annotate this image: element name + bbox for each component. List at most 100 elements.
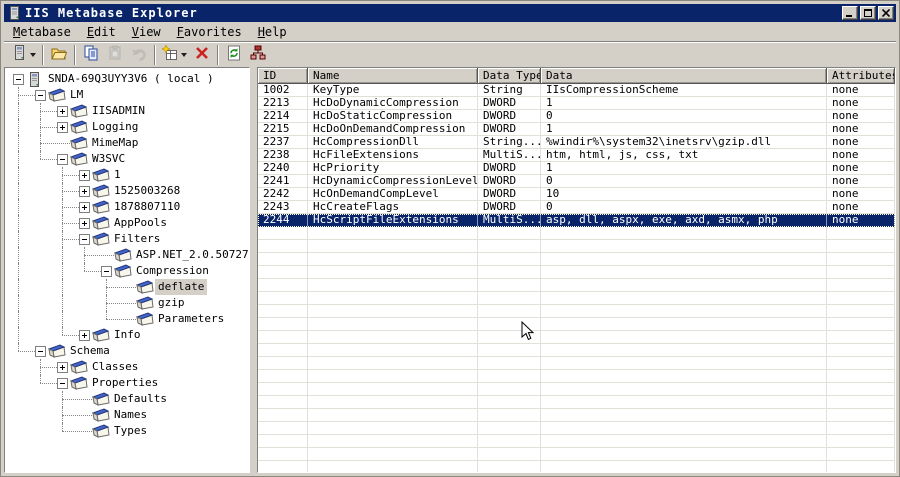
table-row[interactable]: 2241 HcDynamicCompressionLevel DWORD 0 none: [258, 175, 895, 188]
tree-item-label[interactable]: Properties: [89, 375, 161, 391]
tree-item-1[interactable]: 1: [5, 167, 249, 183]
tree-item-label[interactable]: LM: [67, 87, 86, 103]
tree-item-label[interactable]: Names: [111, 407, 150, 423]
tree-item-asp-net-2-0-50727-0[interactable]: ASP.NET_2.0.50727.0: [5, 247, 249, 263]
tree-item-parameters[interactable]: Parameters: [5, 311, 249, 327]
tree-item-1878807110[interactable]: 1878807110: [5, 199, 249, 215]
delete-button[interactable]: [190, 44, 214, 66]
tree-item-deflate[interactable]: deflate: [5, 279, 249, 295]
menu-favorites[interactable]: Favorites: [169, 24, 250, 40]
tree-item-label[interactable]: Compression: [133, 263, 212, 279]
tree-item-label[interactable]: 1878807110: [111, 199, 183, 215]
view-tree-button[interactable]: [246, 44, 270, 66]
tree-item-names[interactable]: Names: [5, 407, 249, 423]
tree-line: [18, 183, 19, 199]
tree-item-label[interactable]: Logging: [89, 119, 141, 135]
tree-item-label[interactable]: IISADMIN: [89, 103, 148, 119]
connect-button[interactable]: [8, 44, 39, 66]
column-header-attributes[interactable]: Attributes: [827, 68, 895, 84]
expand-expander[interactable]: [79, 170, 90, 181]
table-row[interactable]: 2243 HcCreateFlags DWORD 0 none: [258, 201, 895, 214]
tree-item-label[interactable]: gzip: [155, 295, 188, 311]
tree-item-label[interactable]: Defaults: [111, 391, 170, 407]
minimize-button[interactable]: [842, 6, 858, 20]
menu-edit[interactable]: Edit: [79, 24, 124, 40]
tree-item-info[interactable]: Info: [5, 327, 249, 343]
tree-item-compression[interactable]: Compression: [5, 263, 249, 279]
refresh-button[interactable]: [222, 44, 246, 66]
collapse-expander[interactable]: [35, 346, 46, 357]
table-row[interactable]: 2242 HcOnDemandCompLevel DWORD 10 none: [258, 188, 895, 201]
copy-button[interactable]: [79, 44, 103, 66]
collapse-expander[interactable]: [101, 266, 112, 277]
tree-item-label[interactable]: ASP.NET_2.0.50727.0: [133, 247, 249, 263]
tree-item-label[interactable]: Filters: [111, 231, 163, 247]
tree-item-gzip[interactable]: gzip: [5, 295, 249, 311]
column-header-name[interactable]: Name: [308, 68, 478, 84]
table-row[interactable]: 2215 HcDoOnDemandCompression DWORD 1 none: [258, 123, 895, 136]
tree-item-label[interactable]: Schema: [67, 343, 113, 359]
tree-item-label[interactable]: Info: [111, 327, 144, 343]
column-header-data-type[interactable]: Data Type: [478, 68, 541, 84]
tree-item-snda-69q3uyy3v6-local-[interactable]: SNDA-69Q3UYY3V6 ( local ): [5, 71, 249, 87]
tree-item-logging[interactable]: Logging: [5, 119, 249, 135]
tree-item-label[interactable]: Parameters: [155, 311, 227, 327]
tree-item-label[interactable]: 1525003268: [111, 183, 183, 199]
collapse-expander[interactable]: [35, 90, 46, 101]
table-row[interactable]: 1002 KeyType String IIsCompressionScheme non…: [258, 84, 895, 97]
collapse-expander[interactable]: [13, 74, 24, 85]
open-button[interactable]: [47, 44, 71, 66]
collapse-expander[interactable]: [79, 234, 90, 245]
panel-splitter[interactable]: [250, 67, 257, 473]
column-header-data[interactable]: Data: [541, 68, 827, 84]
expand-expander[interactable]: [79, 186, 90, 197]
tree-item-filters[interactable]: Filters: [5, 231, 249, 247]
collapse-expander[interactable]: [57, 154, 68, 165]
expand-expander[interactable]: [57, 362, 68, 373]
menu-metabase[interactable]: Metabase: [5, 24, 79, 40]
table-row[interactable]: 2240 HcPriority DWORD 1 none: [258, 162, 895, 175]
tree-item-mimemap[interactable]: MimeMap: [5, 135, 249, 151]
tree-item-label[interactable]: AppPools: [111, 215, 170, 231]
expand-expander[interactable]: [57, 106, 68, 117]
tree-item-label[interactable]: W3SVC: [89, 151, 128, 167]
tree-item-defaults[interactable]: Defaults: [5, 391, 249, 407]
tree-item-apppools[interactable]: AppPools: [5, 215, 249, 231]
table-row[interactable]: 2214 HcDoStaticCompression DWORD 0 none: [258, 110, 895, 123]
tree-item-schema[interactable]: Schema: [5, 343, 249, 359]
dropdown-arrow-icon[interactable]: [30, 52, 36, 57]
tree-line: [40, 143, 70, 144]
tree-item-label[interactable]: Types: [111, 423, 150, 439]
menu-help[interactable]: Help: [250, 24, 295, 40]
tree-item-types[interactable]: Types: [5, 423, 249, 439]
table-row[interactable]: 2213 HcDoDynamicCompression DWORD 1 none: [258, 97, 895, 110]
expand-expander[interactable]: [79, 202, 90, 213]
tree-item-1525003268[interactable]: 1525003268: [5, 183, 249, 199]
expand-expander[interactable]: [57, 122, 68, 133]
menu-view[interactable]: View: [124, 24, 169, 40]
expand-expander[interactable]: [79, 330, 90, 341]
maximize-button[interactable]: [860, 6, 876, 20]
tree-item-properties[interactable]: Properties: [5, 375, 249, 391]
table-row[interactable]: 2237 HcCompressionDll String... %windir%\sy…: [258, 136, 895, 149]
column-header-id[interactable]: ID: [258, 68, 308, 84]
table-row[interactable]: 2244 HcScriptFileExtensions MultiS... asp, …: [258, 214, 895, 227]
collapse-expander[interactable]: [57, 378, 68, 389]
new-key-button[interactable]: [159, 44, 190, 66]
tree-item-label[interactable]: SNDA-69Q3UYY3V6 ( local ): [45, 71, 217, 87]
tree-item-iisadmin[interactable]: IISADMIN: [5, 103, 249, 119]
expand-expander[interactable]: [79, 218, 90, 229]
tree-item-label[interactable]: MimeMap: [89, 135, 141, 151]
dropdown-arrow-icon[interactable]: [181, 52, 187, 57]
table-row[interactable]: 2238 HcFileExtensions MultiS... htm, html, …: [258, 149, 895, 162]
title-bar[interactable]: IIS Metabase Explorer: [4, 4, 896, 22]
table-cell: 1002: [258, 84, 308, 97]
tree-item-classes[interactable]: Classes: [5, 359, 249, 375]
tree-item-label[interactable]: Classes: [89, 359, 141, 375]
tree-item-label[interactable]: 1: [111, 167, 124, 183]
key-icon: [113, 248, 132, 262]
tree-item-lm[interactable]: LM: [5, 87, 249, 103]
tree-item-w3svc[interactable]: W3SVC: [5, 151, 249, 167]
close-button[interactable]: [878, 6, 894, 20]
tree-item-label[interactable]: deflate: [155, 279, 208, 295]
